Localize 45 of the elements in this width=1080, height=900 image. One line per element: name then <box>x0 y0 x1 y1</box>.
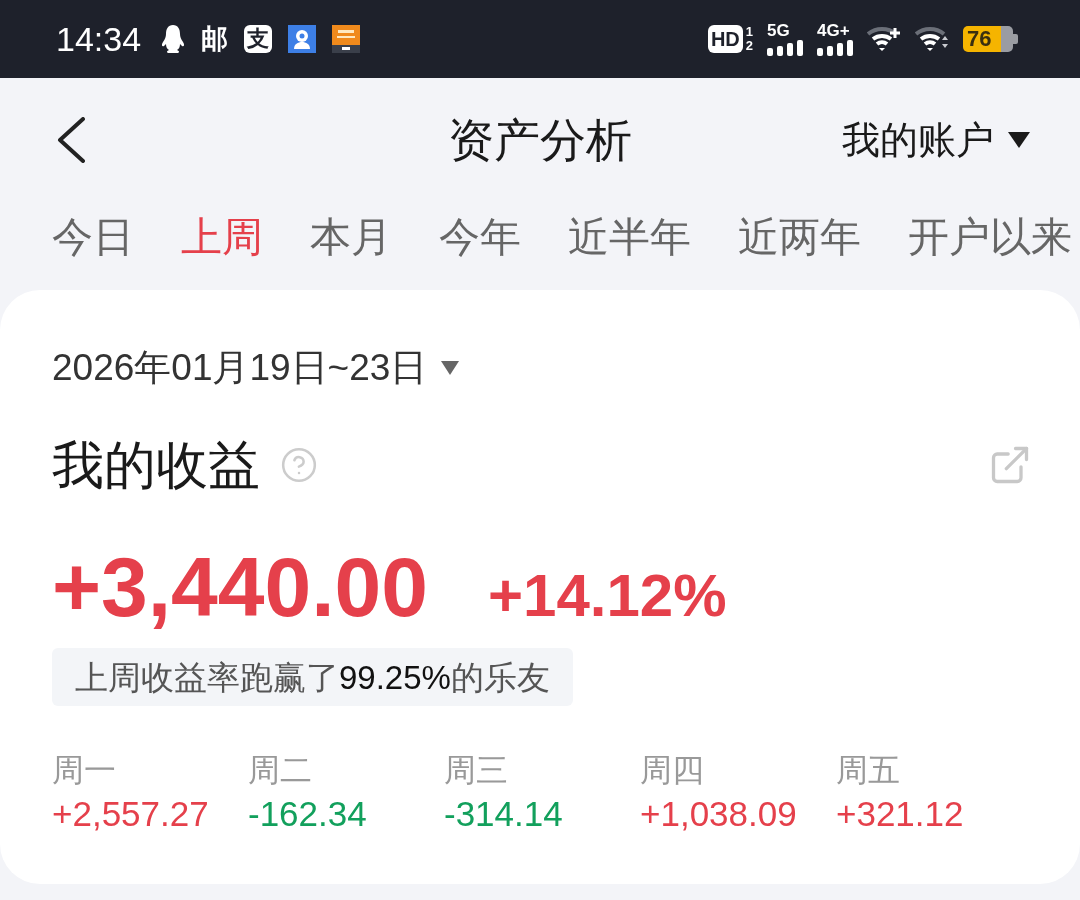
earnings-amount: +3,440.00 <box>52 544 429 630</box>
wifi-plus-icon <box>867 26 901 52</box>
network-type: 4G+ <box>817 22 850 40</box>
network-type: 5G <box>767 22 790 40</box>
weekday-label: 周五 <box>836 751 900 790</box>
daily-earnings: -314.14 <box>444 794 563 834</box>
help-icon[interactable] <box>280 446 318 484</box>
weekday-label: 周二 <box>248 751 312 790</box>
signal-bars-icon <box>767 40 803 56</box>
period-tab[interactable]: 上周 <box>181 216 263 258</box>
ranking-banner: 上周收益率跑赢了99.25%的乐友 <box>52 648 573 706</box>
weekday-label: 周一 <box>52 751 116 790</box>
caret-down-icon <box>1008 132 1030 148</box>
caret-down-icon <box>441 361 460 375</box>
weekday-label: 周三 <box>444 751 508 790</box>
earnings-rate: +14.12% <box>488 564 727 628</box>
sim-number: 2 <box>745 39 753 53</box>
daily-earnings: -162.34 <box>248 794 367 834</box>
status-time: 14:34 <box>56 22 142 56</box>
daily-earnings: +2,557.27 <box>52 794 209 834</box>
period-tab[interactable]: 开户以来 <box>908 216 1072 258</box>
weekday-label: 周四 <box>640 751 704 790</box>
back-button[interactable] <box>56 117 86 163</box>
period-tab[interactable]: 今年 <box>439 216 521 258</box>
account-dropdown[interactable]: 我的账户 <box>842 121 1030 159</box>
sim-number: 1 <box>745 25 753 39</box>
date-range-selector[interactable]: 2026年01月19日~23日 <box>52 346 460 390</box>
daily-earnings: +321.12 <box>836 794 964 834</box>
camera-app-icon <box>288 25 317 53</box>
pay-app-tile: 支 <box>244 25 273 53</box>
battery-indicator: 76 <box>963 26 1018 52</box>
earnings-title: 我的收益 <box>52 436 260 494</box>
page-title: 资产分析 <box>448 117 632 163</box>
period-tab[interactable]: 本月 <box>310 216 392 258</box>
hd-badge: HD <box>707 25 743 53</box>
penguin-icon <box>161 24 186 54</box>
daily-earnings: +1,038.09 <box>640 794 797 834</box>
app-tile-icon <box>332 25 361 53</box>
wifi-icon <box>915 26 949 52</box>
period-tab[interactable]: 近两年 <box>738 216 861 258</box>
period-tab[interactable]: 今日 <box>52 216 134 258</box>
signal-bars-icon <box>817 40 853 56</box>
period-tab[interactable]: 近半年 <box>568 216 691 258</box>
mail-app-glyph: 邮 <box>201 25 229 53</box>
back-icon <box>56 117 86 163</box>
